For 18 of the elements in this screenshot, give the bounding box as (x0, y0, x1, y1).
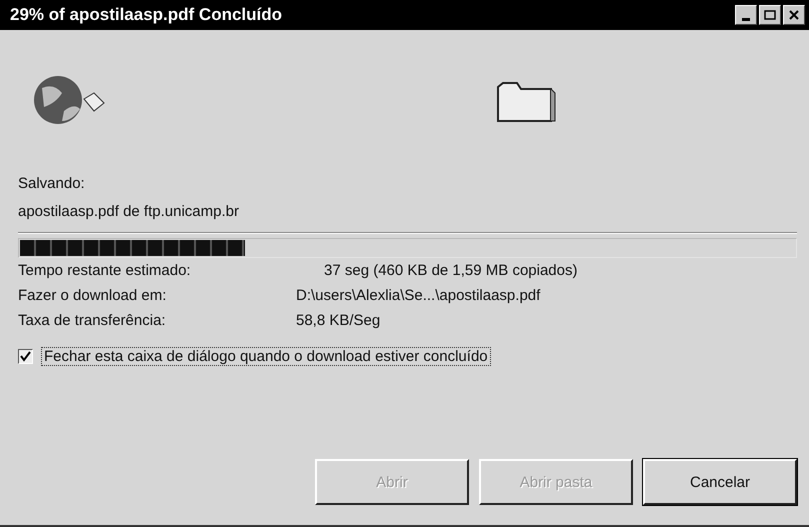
file-source: apostilaasp.pdf de ftp.unicamp.br (18, 202, 240, 222)
close-icon (788, 9, 800, 21)
detail-label: Taxa de transferência: (18, 311, 167, 331)
detail-value: 58,8 KB/Seg (296, 311, 382, 331)
saving-label: Salvando: (18, 174, 86, 194)
detail-label: Fazer o download em: (18, 286, 168, 306)
detail-label: Tempo restante estimado: (18, 261, 192, 281)
checkbox-label[interactable]: Fechar esta caixa de diálogo quando o download estiver concluído (41, 347, 491, 366)
dialog-button[interactable]: Cancelar (643, 459, 797, 505)
maximize-icon (764, 10, 776, 20)
detail-value: 37 seg (460 KB de 1,59 MB copiados) (323, 261, 578, 281)
minimize-icon (742, 18, 750, 20)
window-title: 29% of apostilaasp.pdf Concluído (10, 5, 282, 25)
minimize-button[interactable] (735, 5, 757, 25)
maximize-button[interactable] (759, 5, 781, 25)
detail-value: D:\users\Alexlia\Se...\apostilaasp.pdf (296, 286, 542, 306)
checkbox[interactable] (18, 349, 33, 364)
close-button[interactable] (783, 5, 805, 25)
